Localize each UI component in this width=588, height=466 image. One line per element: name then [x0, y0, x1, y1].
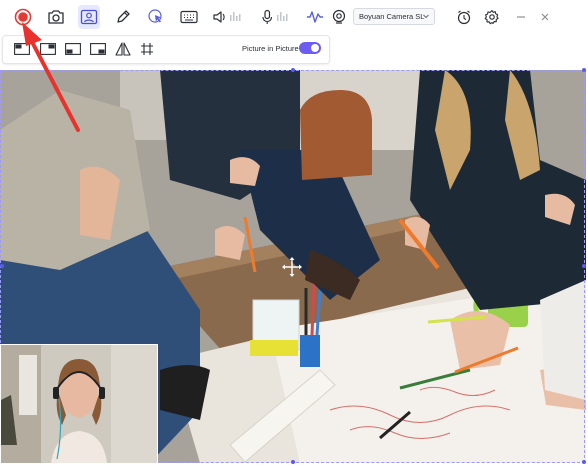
- camera-toggle-button[interactable]: [327, 5, 351, 29]
- chevron-down-icon: [423, 14, 429, 19]
- resize-handle-bottom-right[interactable]: [582, 460, 586, 464]
- gear-icon: [484, 9, 499, 25]
- resize-handle-right[interactable]: [582, 264, 586, 268]
- cursor-effects-button[interactable]: [144, 5, 168, 29]
- webcam-pip-overlay[interactable]: [0, 344, 158, 464]
- resize-handle-left[interactable]: [0, 264, 4, 268]
- pip-layout-bar: Picture in Picture: [2, 35, 330, 64]
- camera-select[interactable]: Boyuan Camera SL: [353, 8, 435, 25]
- crop-button[interactable]: [138, 41, 156, 57]
- waveform-icon: [307, 11, 323, 23]
- pip-toggle[interactable]: [299, 42, 321, 54]
- layout-bottom-right-button[interactable]: [89, 41, 107, 57]
- cursor-click-icon: [148, 9, 162, 23]
- resize-handle-top-right[interactable]: [582, 68, 586, 72]
- speaker-icon: [213, 11, 241, 23]
- layout-top-left-button[interactable]: [13, 41, 31, 57]
- pip-toggle-knob: [311, 44, 319, 52]
- record-button[interactable]: [11, 5, 35, 29]
- layout-top-right-icon: [40, 43, 56, 55]
- pen-icon: [117, 10, 130, 23]
- record-icon: [14, 8, 32, 26]
- main-toolbar: Boyuan Camera SL: [0, 0, 588, 35]
- resize-handle-top[interactable]: [291, 68, 295, 72]
- pen-button[interactable]: [111, 5, 135, 29]
- microphone-button[interactable]: [259, 5, 293, 29]
- audio-effects-button[interactable]: [303, 5, 327, 29]
- alarm-clock-icon: [457, 10, 471, 25]
- minimize-button[interactable]: [509, 5, 533, 29]
- webcam-button[interactable]: [78, 5, 100, 29]
- webcam-portrait-icon: [80, 9, 98, 25]
- app-window: Boyuan Camera SL Picture in Picture: [0, 0, 588, 466]
- layout-bottom-right-icon: [90, 43, 106, 55]
- layout-bottom-left-icon: [65, 43, 81, 55]
- close-icon: [541, 13, 549, 21]
- pip-label: Picture in Picture: [242, 44, 299, 53]
- resize-handle-bottom[interactable]: [291, 460, 295, 464]
- layout-top-left-icon: [14, 43, 30, 55]
- camera-select-value: Boyuan Camera SL: [359, 12, 425, 21]
- close-button[interactable]: [533, 5, 557, 29]
- layout-top-right-button[interactable]: [39, 41, 57, 57]
- timer-button[interactable]: [452, 5, 476, 29]
- webcam-icon: [332, 9, 346, 24]
- crop-grid-icon: [141, 43, 153, 55]
- flip-button[interactable]: [114, 41, 132, 57]
- speaker-button[interactable]: [212, 5, 246, 29]
- settings-button[interactable]: [480, 5, 504, 29]
- screenshot-button[interactable]: [44, 5, 68, 29]
- webcam-feed: [1, 345, 157, 463]
- microphone-icon: [262, 9, 288, 24]
- flip-icon: [115, 42, 131, 56]
- keyboard-button[interactable]: [177, 5, 201, 29]
- keyboard-icon: [180, 10, 198, 24]
- minimize-icon: [517, 16, 525, 18]
- camera-icon: [48, 10, 64, 24]
- layout-bottom-left-button[interactable]: [64, 41, 82, 57]
